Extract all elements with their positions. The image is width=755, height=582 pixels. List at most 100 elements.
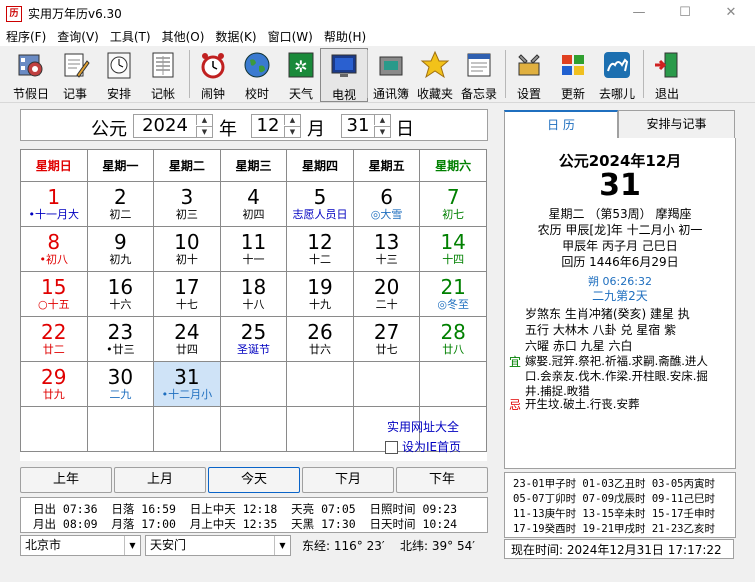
day-cell[interactable]: 22 廿二	[20, 316, 88, 362]
day-cell[interactable]: 21 ◎冬至	[419, 271, 487, 317]
year-value[interactable]: 2024	[134, 115, 196, 137]
day-cell[interactable]: 24 廿四	[153, 316, 221, 362]
alarm-button[interactable]: 闹钟	[190, 48, 236, 101]
exit-door-icon	[655, 52, 678, 78]
day-cell[interactable]: 16 十六	[86, 271, 155, 317]
day-number: 8	[47, 230, 61, 254]
tab-calendar[interactable]: 日 历	[504, 110, 618, 140]
day-cell[interactable]: 7 初七	[419, 181, 487, 227]
day-cell[interactable]: 9 初九	[86, 226, 155, 272]
ganzhi-row: 17-19癸酉时 19-21甲戌时 21-23乙亥时	[513, 523, 715, 535]
day-cell[interactable]: 11 十一	[219, 226, 288, 272]
day-cell[interactable]: 10 初十	[153, 226, 221, 272]
day-cell[interactable]: 31 •十二月小	[153, 361, 221, 407]
checkbox-box[interactable]	[384, 441, 398, 454]
day-cell[interactable]: 8 •初八	[20, 226, 88, 272]
chevron-down-icon[interactable]: ▼	[274, 536, 290, 555]
month-down-icon[interactable]: ▼	[284, 126, 300, 137]
time-sync-button[interactable]: 校时	[234, 48, 280, 101]
day-cell[interactable]: 1 •十一月大	[20, 181, 88, 227]
minimize-button[interactable]: —	[616, 0, 662, 26]
tv-button[interactable]: 电视	[320, 48, 368, 102]
day-cell	[419, 361, 487, 407]
day-cell[interactable]: 30 二九	[86, 361, 155, 407]
chevron-down-icon[interactable]: ▼	[124, 536, 140, 555]
day-value[interactable]: 31	[342, 115, 374, 137]
holiday-button[interactable]: 节假日	[8, 48, 54, 101]
memo-button[interactable]: 备忘录	[456, 48, 502, 101]
menu-other[interactable]: 其他(O)	[156, 26, 210, 45]
exit-button[interactable]: 退出	[644, 48, 690, 101]
prev-year-button[interactable]: 上年	[20, 467, 112, 493]
contacts-button[interactable]: 通讯簿	[368, 48, 414, 101]
lunar-label: 圣诞节	[236, 343, 270, 356]
month-value[interactable]: 12	[252, 115, 284, 137]
lunar-label: •十二月小	[161, 388, 213, 401]
set-homepage-checkbox[interactable]: 设为IE首页	[373, 438, 473, 455]
month-spinner[interactable]: 12 ▲ ▼	[251, 114, 301, 138]
day-number: 18	[240, 275, 267, 299]
menu-data[interactable]: 数据(K)	[209, 26, 261, 45]
menu-window[interactable]: 窗口(W)	[262, 26, 318, 45]
day-cell[interactable]: 4 初四	[219, 181, 288, 227]
day-cell[interactable]: 25 圣诞节	[219, 316, 288, 362]
ledger-button[interactable]: 记帐	[140, 48, 186, 101]
menu-query[interactable]: 查询(V)	[51, 26, 104, 45]
day-number: 14	[440, 230, 466, 254]
day-cell[interactable]: 6 ◎大雪	[352, 181, 421, 227]
close-button[interactable]: ✕	[708, 0, 754, 26]
day-cell[interactable]: 15 ○十五	[20, 271, 88, 317]
menu-help[interactable]: 帮助(H)	[318, 26, 371, 45]
year-spinner[interactable]: 2024 ▲ ▼	[133, 114, 213, 138]
sites-link[interactable]: 实用网址大全	[373, 418, 473, 435]
year-up-icon[interactable]: ▲	[196, 115, 212, 125]
day-cell[interactable]: 17 十七	[153, 271, 221, 317]
lunar-label: 初四	[242, 208, 265, 221]
place-select[interactable]: 天安门 ▼	[145, 535, 291, 556]
detail-yi-line2: 口.会亲友.伐木.作梁.开柱眼.安床.掘	[525, 369, 708, 383]
day-cell[interactable]: 14 十四	[419, 226, 487, 272]
day-cell[interactable]: 19 十九	[286, 271, 354, 317]
weather-button[interactable]: ✲ 天气	[278, 48, 324, 101]
prev-month-button[interactable]: 上月	[114, 467, 206, 493]
day-number: 7	[446, 185, 460, 209]
menu-program[interactable]: 程序(F)	[0, 26, 51, 45]
year-down-icon[interactable]: ▼	[196, 126, 212, 137]
day-cell[interactable]: 5 志愿人员日	[286, 181, 354, 227]
day-number: 9	[113, 230, 127, 254]
day-cell[interactable]: 23 •廿三	[86, 316, 155, 362]
day-cell[interactable]: 26 廿六	[286, 316, 354, 362]
day-cell[interactable]: 20 二十	[352, 271, 421, 317]
day-cell[interactable]: 12 十二	[286, 226, 354, 272]
schedule-button[interactable]: 安排	[96, 48, 142, 101]
day-up-icon[interactable]: ▲	[374, 115, 390, 125]
day-cell[interactable]: 2 初二	[86, 181, 155, 227]
lunar-label: 十三	[375, 253, 398, 266]
note-button[interactable]: 记事	[52, 48, 98, 101]
day-cell[interactable]: 13 十三	[352, 226, 421, 272]
detail-weekday: 星期二 （第53周） 摩羯座	[548, 207, 692, 221]
day-cell[interactable]: 28 廿八	[419, 316, 487, 362]
day-down-icon[interactable]: ▼	[374, 126, 390, 137]
maximize-button[interactable]: ☐	[662, 0, 708, 26]
city-select[interactable]: 北京市 ▼	[20, 535, 141, 556]
day-spinner[interactable]: 31 ▲ ▼	[341, 114, 391, 138]
lunar-label: ◎冬至	[437, 298, 469, 311]
day-cell[interactable]: 27 廿七	[352, 316, 421, 362]
menu-tools[interactable]: 工具(T)	[104, 26, 156, 45]
day-number: 23	[107, 320, 134, 344]
update-button[interactable]: 更新	[550, 48, 596, 101]
day-cell[interactable]: 29 廿九	[20, 361, 88, 407]
today-button[interactable]: 今天	[208, 467, 300, 493]
favorites-button[interactable]: 收藏夹	[412, 48, 458, 101]
day-cell[interactable]: 18 十八	[219, 271, 288, 317]
next-month-button[interactable]: 下月	[302, 467, 394, 493]
day-cell[interactable]: 3 初三	[153, 181, 221, 227]
lunar-label: 二九	[109, 388, 132, 401]
tab-schedule[interactable]: 安排与记事	[618, 110, 735, 139]
app-icon: 历	[6, 6, 22, 22]
next-year-button[interactable]: 下年	[396, 467, 488, 493]
travel-button[interactable]: 去哪儿	[594, 48, 640, 101]
month-up-icon[interactable]: ▲	[284, 115, 300, 125]
settings-button[interactable]: 设置	[506, 48, 552, 101]
